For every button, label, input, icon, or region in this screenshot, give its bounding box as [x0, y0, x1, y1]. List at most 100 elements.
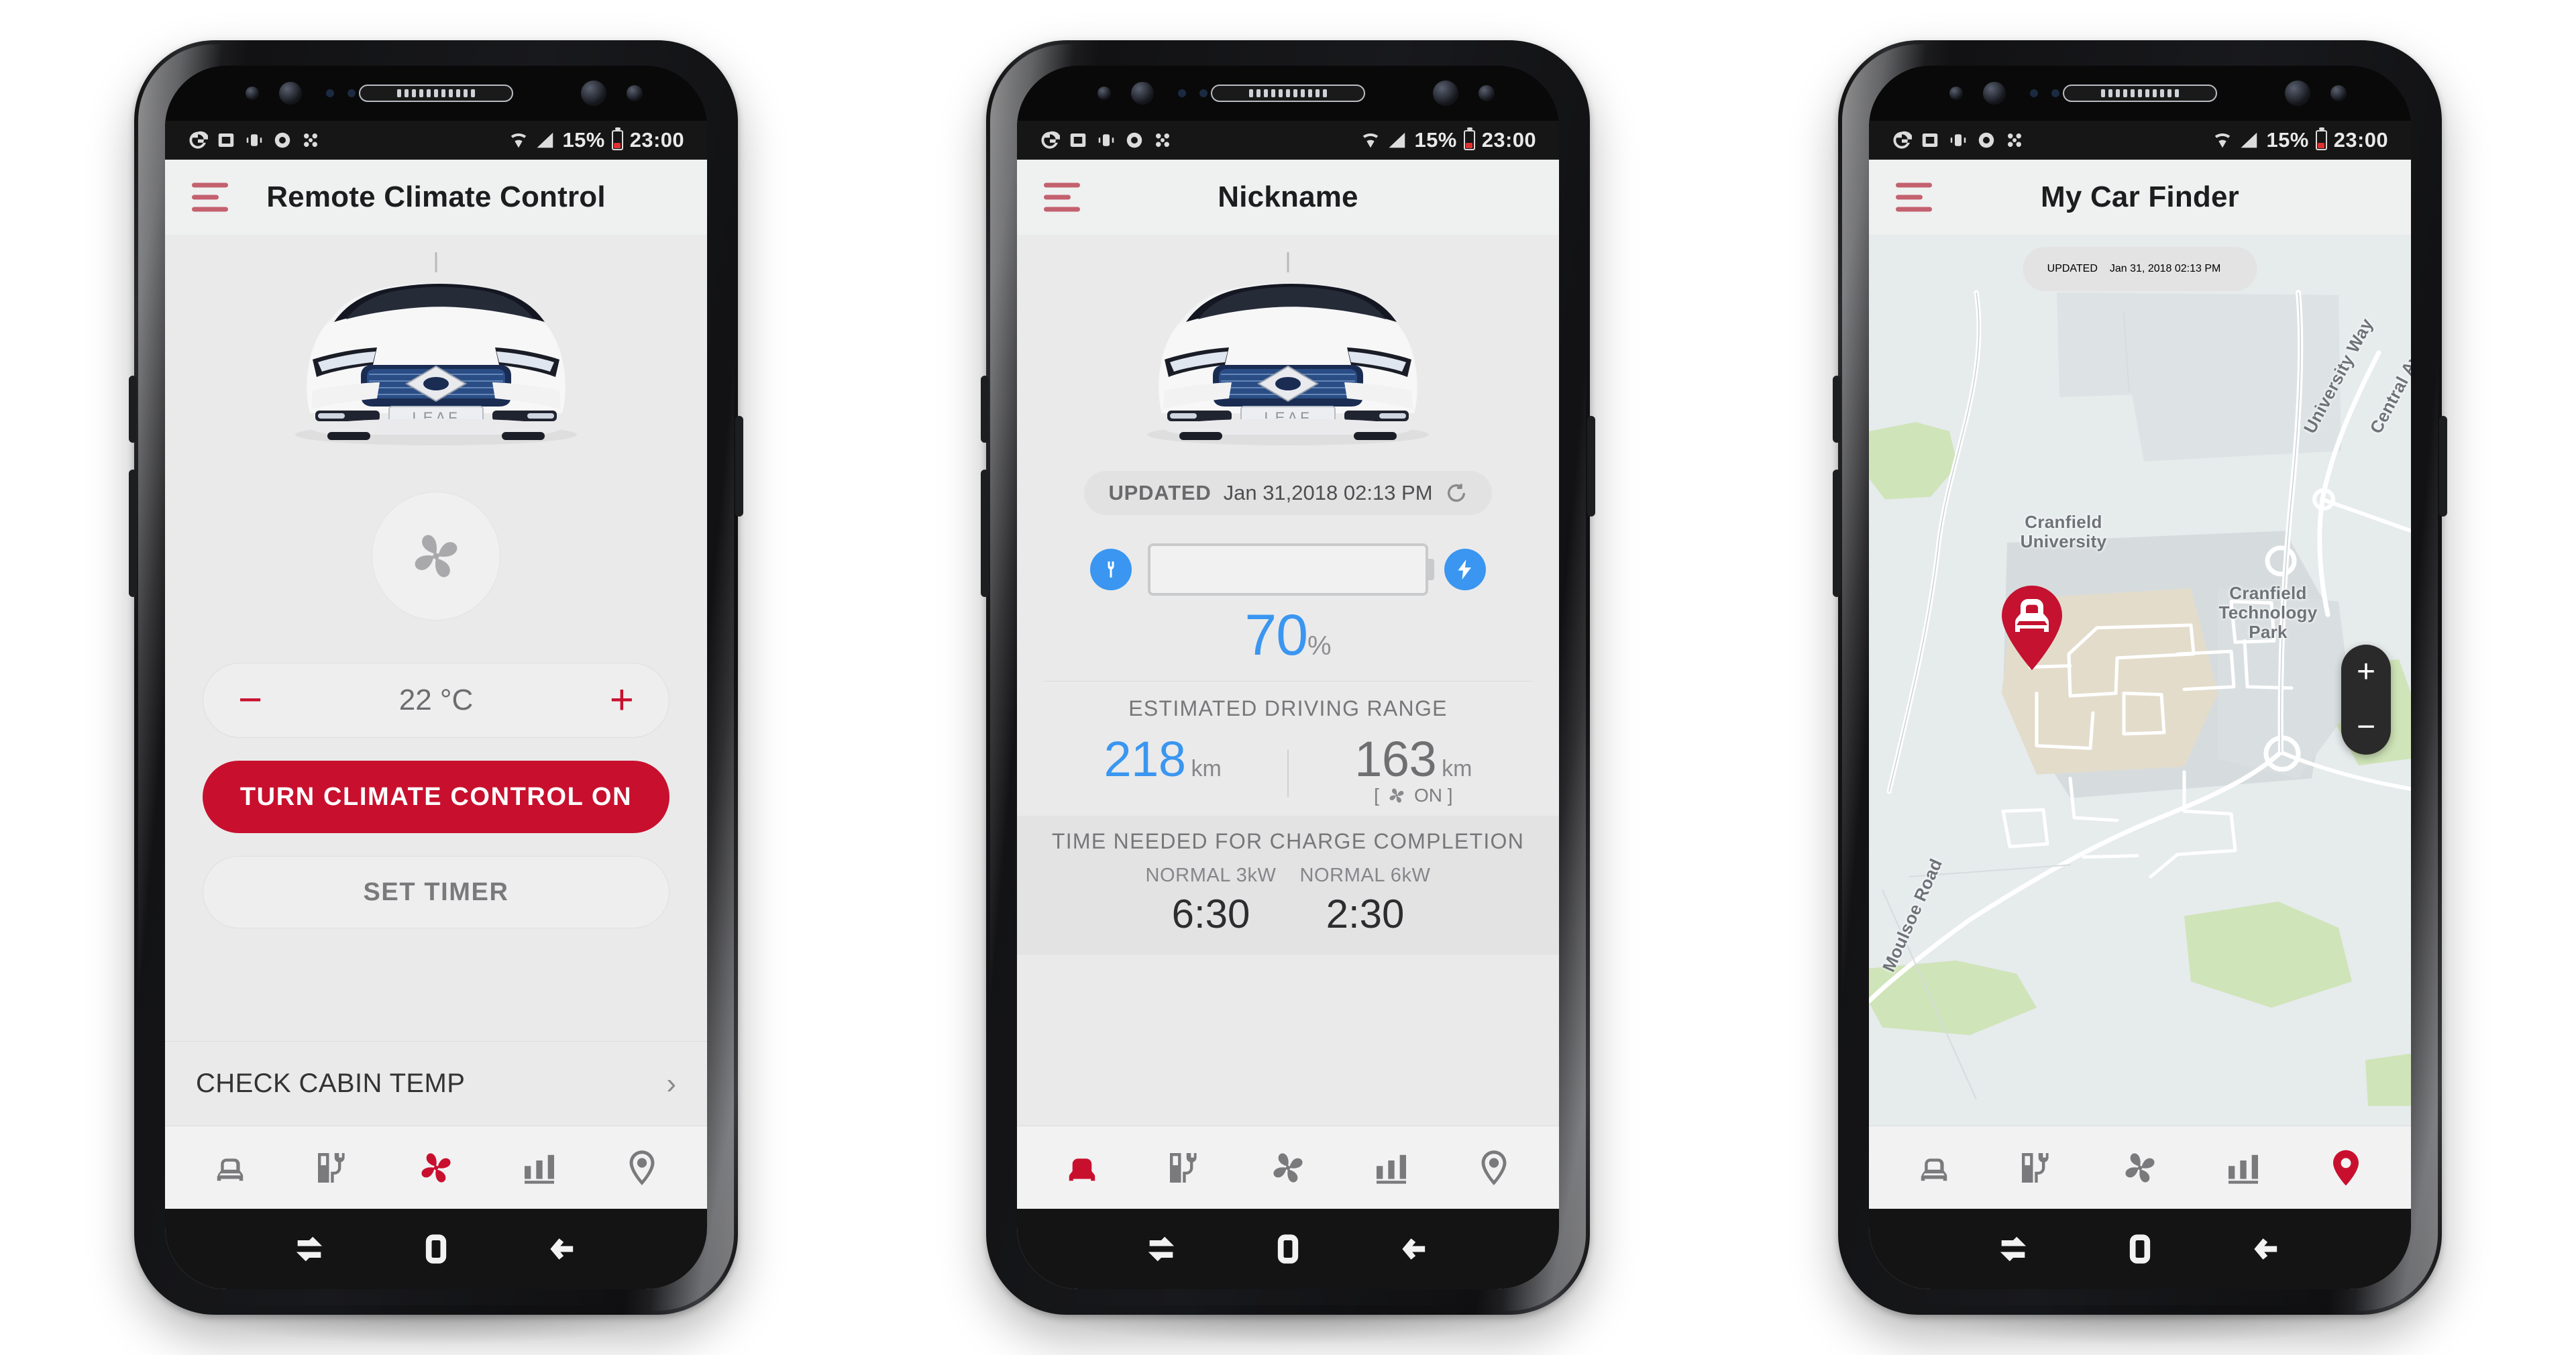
- app-root: My Car Finder UPDATED Jan 31, 2018 02:13…: [1869, 160, 2411, 1289]
- refresh-icon[interactable]: [1445, 482, 1468, 504]
- signal-bars-icon: [2239, 130, 2259, 150]
- nissan-leaf-front-view: LEAF: [295, 252, 577, 445]
- range-secondary: 163 km [ ON ]: [1289, 730, 1538, 806]
- sidebar-item-stats[interactable]: [1354, 1137, 1428, 1199]
- zoom-in-button[interactable]: +: [2357, 655, 2375, 688]
- temperature-increase-button[interactable]: +: [610, 680, 634, 722]
- sidebar-item-charging[interactable]: [296, 1137, 370, 1199]
- car-map-pin[interactable]: [1995, 584, 2069, 672]
- location-pin-icon: [629, 1150, 655, 1185]
- sidebar-item-car[interactable]: [1897, 1137, 1971, 1199]
- power-button[interactable]: [2439, 416, 2447, 517]
- last-updated-chip: UPDATED Jan 31, 2018 02:13 PM: [2023, 247, 2257, 291]
- signal-bars-icon: [1387, 130, 1407, 150]
- volume-button[interactable]: [1833, 470, 1841, 597]
- sidebar-item-stats[interactable]: [502, 1137, 576, 1199]
- phone-screen: 15% 23:00 Remote Climate Control LEAF − …: [165, 66, 707, 1289]
- fan-icon: [2125, 1152, 2155, 1183]
- earpiece-speaker: [1211, 85, 1365, 102]
- hamburger-menu-icon[interactable]: [1044, 182, 1080, 212]
- sidebar-item-location[interactable]: [1457, 1137, 1531, 1199]
- screenshot-icon: [1068, 130, 1088, 150]
- sidebar-item-climate[interactable]: [399, 1137, 473, 1199]
- battery-percent-readout: 70%: [1017, 602, 1559, 669]
- sidebar-item-stats[interactable]: [2206, 1137, 2280, 1199]
- wifi-icon: [1360, 130, 1381, 150]
- fan-icon: [415, 535, 458, 578]
- recents-icon[interactable]: [1133, 1229, 1189, 1269]
- charge-option-3kw: NORMAL 3kW 6:30: [1134, 865, 1288, 937]
- power-button[interactable]: [1587, 416, 1595, 517]
- sidebar-item-climate[interactable]: [1251, 1137, 1325, 1199]
- temperature-decrease-button[interactable]: −: [238, 680, 262, 722]
- recents-icon[interactable]: [1985, 1229, 2041, 1269]
- proximity-sensor: [1097, 87, 1111, 100]
- front-camera: [1433, 80, 1458, 106]
- home-icon[interactable]: [408, 1229, 464, 1269]
- ir-sensor: [2330, 85, 2347, 101]
- driving-range-title: ESTIMATED DRIVING RANGE: [1128, 696, 1448, 720]
- iris-scanner: [1131, 82, 1154, 105]
- bar-chart-icon: [524, 1154, 554, 1184]
- recents-icon[interactable]: [281, 1229, 337, 1269]
- charge-completion-block: TIME NEEDED FOR CHARGE COMPLETION NORMAL…: [1017, 816, 1559, 955]
- fan-icon: [421, 1152, 451, 1183]
- sidebar-item-car[interactable]: [1045, 1137, 1119, 1199]
- wifi-icon: [508, 130, 529, 150]
- temperature-stepper[interactable]: − 22 °C +: [203, 663, 669, 738]
- phone-screen: 15% 23:00 My Car Finder UPDATED Jan 31, …: [1869, 66, 2411, 1289]
- climate-fan-toggle[interactable]: [372, 492, 500, 620]
- set-timer-button[interactable]: SET TIMER: [203, 856, 669, 928]
- home-icon[interactable]: [2112, 1229, 2168, 1269]
- volume-button[interactable]: [129, 470, 137, 597]
- google-g-icon: [1040, 130, 1060, 150]
- iris-scanner: [279, 82, 302, 105]
- home-icon[interactable]: [1260, 1229, 1316, 1269]
- updated-timestamp: Jan 31,2018 02:13 PM: [1223, 481, 1433, 504]
- sidebar-item-climate[interactable]: [2103, 1137, 2177, 1199]
- power-button[interactable]: [735, 416, 743, 517]
- bixby-button[interactable]: [981, 376, 989, 443]
- back-arrow-icon[interactable]: [2239, 1229, 2295, 1269]
- volume-button[interactable]: [981, 470, 989, 597]
- vibrate-icon: [1096, 130, 1116, 150]
- phone-vehicle-status: 15% 23:00 Nickname LEAF UPDATED Jan 31,2…: [981, 40, 1595, 1346]
- last-updated-chip: UPDATED Jan 31,2018 02:13 PM: [1084, 471, 1492, 515]
- vehicle-status-content: LEAF UPDATED Jan 31,2018 02:13 PM 70% ES…: [1017, 235, 1559, 1126]
- map-view[interactable]: UPDATED Jan 31, 2018 02:13 PM University…: [1869, 235, 2411, 1126]
- blood-drop-icon: [272, 130, 292, 150]
- bixby-button[interactable]: [129, 376, 137, 443]
- sidebar-item-location[interactable]: [605, 1137, 679, 1199]
- phone-screen: 15% 23:00 Nickname LEAF UPDATED Jan 31,2…: [1017, 66, 1559, 1289]
- device-top-bezel: [165, 66, 707, 121]
- screenshot-icon: [216, 130, 236, 150]
- back-arrow-icon[interactable]: [535, 1229, 591, 1269]
- bottom-nav: [165, 1126, 707, 1209]
- zoom-out-button[interactable]: −: [2357, 710, 2375, 743]
- page-title: Nickname: [1218, 180, 1358, 213]
- updated-label: UPDATED: [1108, 481, 1212, 504]
- proximity-sensor: [1949, 87, 1963, 100]
- map-zoom-control[interactable]: + −: [2341, 644, 2391, 755]
- sidebar-item-location[interactable]: [2309, 1137, 2383, 1199]
- hamburger-menu-icon[interactable]: [1896, 182, 1932, 212]
- sidebar-item-charging[interactable]: [2000, 1137, 2074, 1199]
- turn-climate-control-on-button[interactable]: TURN CLIMATE CONTROL ON: [203, 761, 669, 833]
- sidebar-item-charging[interactable]: [1148, 1137, 1222, 1199]
- light-sensor: [1178, 89, 1186, 97]
- driving-range-values: 218 km 163 km [ ON ]: [1017, 730, 1559, 806]
- wifi-icon: [2212, 130, 2233, 150]
- charging-station-plug-icon: [2022, 1152, 2049, 1183]
- check-cabin-temp-row[interactable]: CHECK CABIN TEMP ›: [165, 1041, 707, 1126]
- range-primary-value: 218: [1104, 731, 1186, 787]
- screenshot-icon: [1920, 130, 1940, 150]
- sidebar-item-car[interactable]: [193, 1137, 267, 1199]
- updated-label: UPDATED: [2047, 263, 2098, 274]
- bixby-button[interactable]: [1833, 376, 1841, 443]
- back-arrow-icon[interactable]: [1387, 1229, 1443, 1269]
- front-camera: [581, 80, 606, 106]
- app-root: Remote Climate Control LEAF − 22 °C + TU…: [165, 160, 707, 1289]
- vehicle-image: LEAF: [1017, 235, 1559, 453]
- car-icon: [1921, 1158, 1947, 1181]
- hamburger-menu-icon[interactable]: [192, 182, 228, 212]
